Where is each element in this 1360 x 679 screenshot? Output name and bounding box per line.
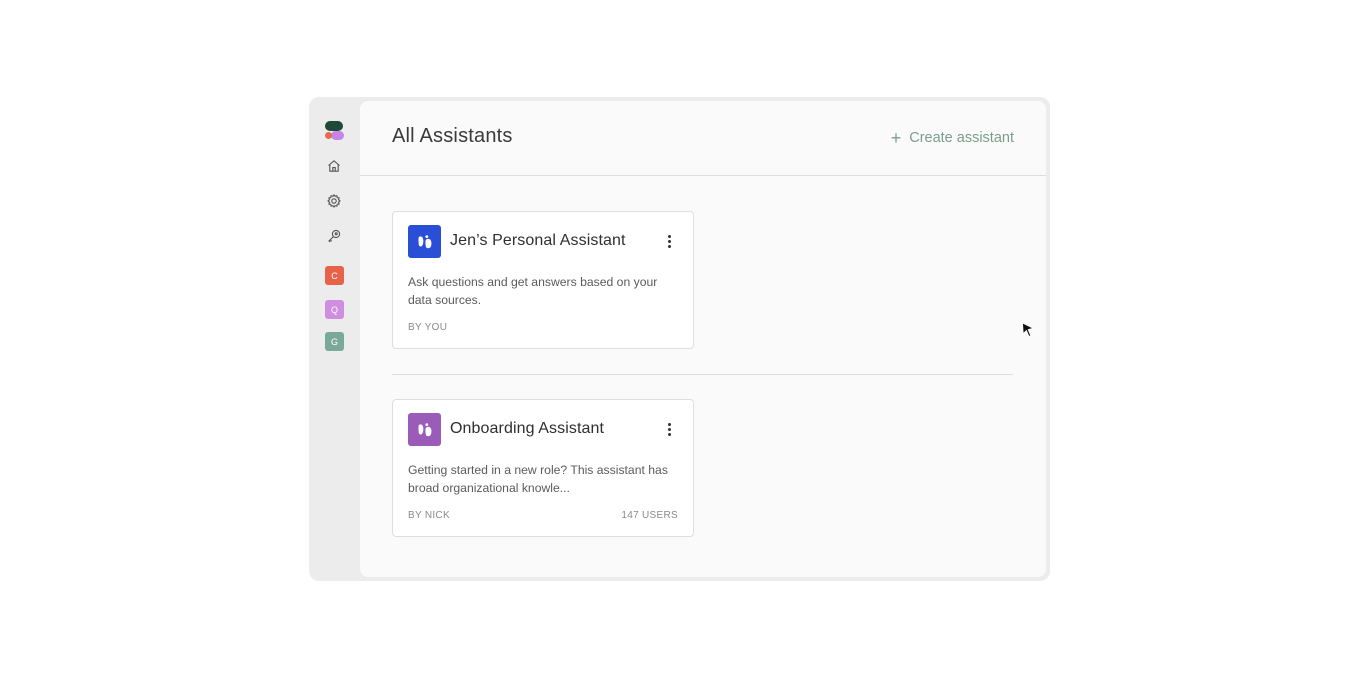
app-logo[interactable] <box>325 121 345 141</box>
space-chip-letter: G <box>330 336 338 347</box>
assistant-description: Ask questions and get answers based on y… <box>408 275 658 307</box>
app-window: C Q G All Assistants + Create assistant <box>309 97 1050 581</box>
space-chip-letter: C <box>331 270 338 281</box>
more-options-icon[interactable] <box>661 232 677 250</box>
create-assistant-button[interactable]: + Create assistant <box>890 128 1014 148</box>
plus-icon: + <box>890 128 902 148</box>
assistant-description: Getting started in a new role? This assi… <box>408 463 668 495</box>
home-icon[interactable] <box>324 156 344 176</box>
space-chip-q[interactable]: Q <box>325 300 344 319</box>
create-assistant-label: Create assistant <box>909 130 1014 146</box>
logo-shape-top <box>325 121 343 131</box>
assistant-author: BY YOU <box>408 322 448 333</box>
page-header: All Assistants + Create assistant <box>360 101 1046 176</box>
assistant-name: Onboarding Assistant <box>450 420 605 437</box>
assistant-author: BY NICK <box>408 510 450 521</box>
section-divider <box>392 374 1013 375</box>
more-options-icon[interactable] <box>661 420 677 438</box>
assistant-user-count: 147 USERS <box>621 510 678 521</box>
assistant-card[interactable]: Onboarding Assistant Getting started in … <box>392 399 694 537</box>
mouse-cursor-icon <box>1022 322 1035 337</box>
sidebar: C Q G <box>309 97 359 581</box>
gear-icon[interactable] <box>324 191 344 211</box>
main-panel: All Assistants + Create assistant Jen’s … <box>360 101 1046 577</box>
logo-shape-pill <box>331 131 344 140</box>
space-chip-c[interactable]: C <box>325 266 344 285</box>
assistant-name: Jen’s Personal Assistant <box>450 232 626 249</box>
space-chip-g[interactable]: G <box>325 332 344 351</box>
assistant-card[interactable]: Jen’s Personal Assistant Ask questions a… <box>392 211 694 349</box>
logo-shape-dot <box>325 132 332 139</box>
assistant-avatar-icon <box>408 413 441 446</box>
key-icon[interactable] <box>324 226 344 246</box>
page-title: All Assistants <box>392 125 513 147</box>
assistant-avatar-icon <box>408 225 441 258</box>
space-chip-letter: Q <box>330 304 338 315</box>
